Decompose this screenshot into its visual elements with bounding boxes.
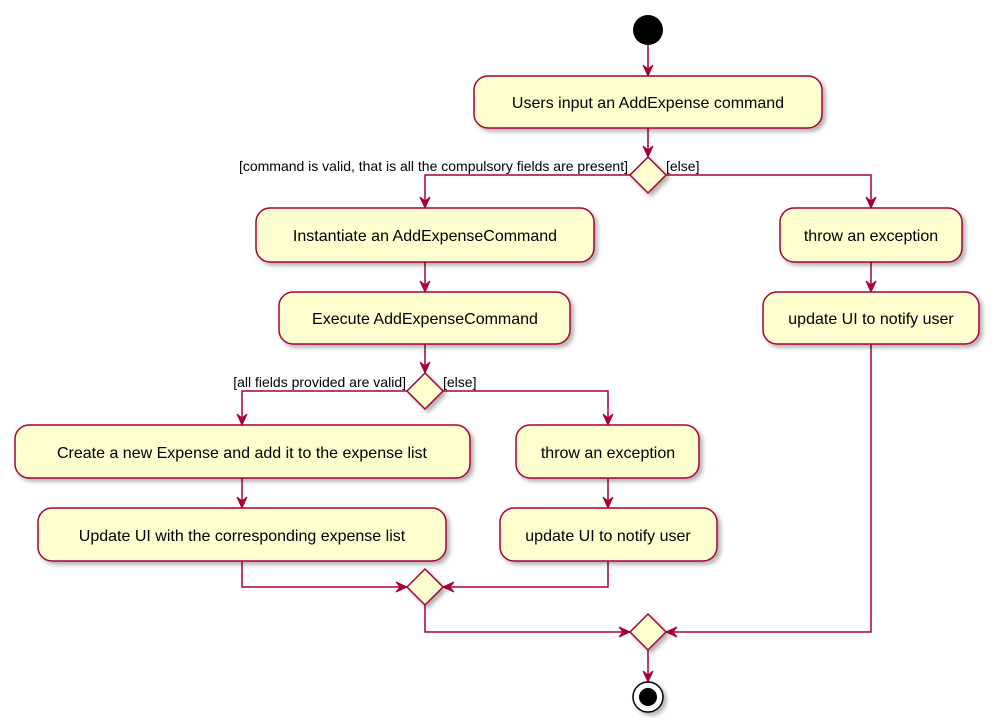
edge-else-branch (665, 174, 872, 208)
activity-label: Users input an AddExpense command (512, 95, 784, 112)
edge-inner-valid (241, 390, 407, 425)
activity-label: Update UI with the corresponding expense… (79, 528, 406, 545)
guard-outer-else: [else] (666, 158, 699, 174)
activity-label: update UI to notify user (788, 311, 954, 328)
edge-notify-merge (443, 561, 609, 588)
activity-label: Instantiate an AddExpenseCommand (293, 228, 557, 245)
edge-inner-else (443, 390, 609, 425)
merge-outer (628, 612, 668, 652)
edge-outer-notify-merge (666, 344, 872, 633)
edges (241, 45, 872, 682)
end-node (632, 681, 664, 713)
decision-command-valid (628, 155, 668, 195)
guard-outer-valid: [command is valid, that is all the compu… (239, 158, 628, 174)
activity-instantiate: Instantiate an AddExpenseCommand (255, 207, 595, 263)
activity-label: Create a new Expense and add it to the e… (57, 445, 428, 462)
activity-diagram: Users input an AddExpense command Instan… (14, 15, 980, 713)
activity-notify-inner: update UI to notify user (499, 507, 718, 562)
edge-inner-merge-outer-merge (424, 605, 630, 633)
activity-throw-inner: throw an exception (515, 424, 700, 479)
start-node (633, 15, 663, 45)
activity-label: throw an exception (804, 228, 938, 245)
guard-inner-valid: [all fields provided are valid] (233, 374, 406, 390)
decision-fields-valid (405, 371, 445, 411)
activity-throw-outer: throw an exception (779, 207, 963, 263)
guard-inner-else: [else] (443, 374, 476, 390)
merge-inner (405, 567, 445, 607)
activity-input: Users input an AddExpense command (473, 75, 823, 129)
activity-notify-outer: update UI to notify user (762, 291, 980, 345)
activity-label: update UI to notify user (525, 528, 691, 545)
activity-label: Execute AddExpenseCommand (312, 311, 538, 328)
activity-update-list: Update UI with the corresponding expense… (37, 507, 447, 562)
edge-valid-branch (424, 174, 631, 208)
activity-label: throw an exception (541, 445, 675, 462)
edge-update-merge (241, 561, 407, 588)
activity-execute: Execute AddExpenseCommand (278, 291, 571, 345)
activity-create-expense: Create a new Expense and add it to the e… (14, 424, 471, 479)
